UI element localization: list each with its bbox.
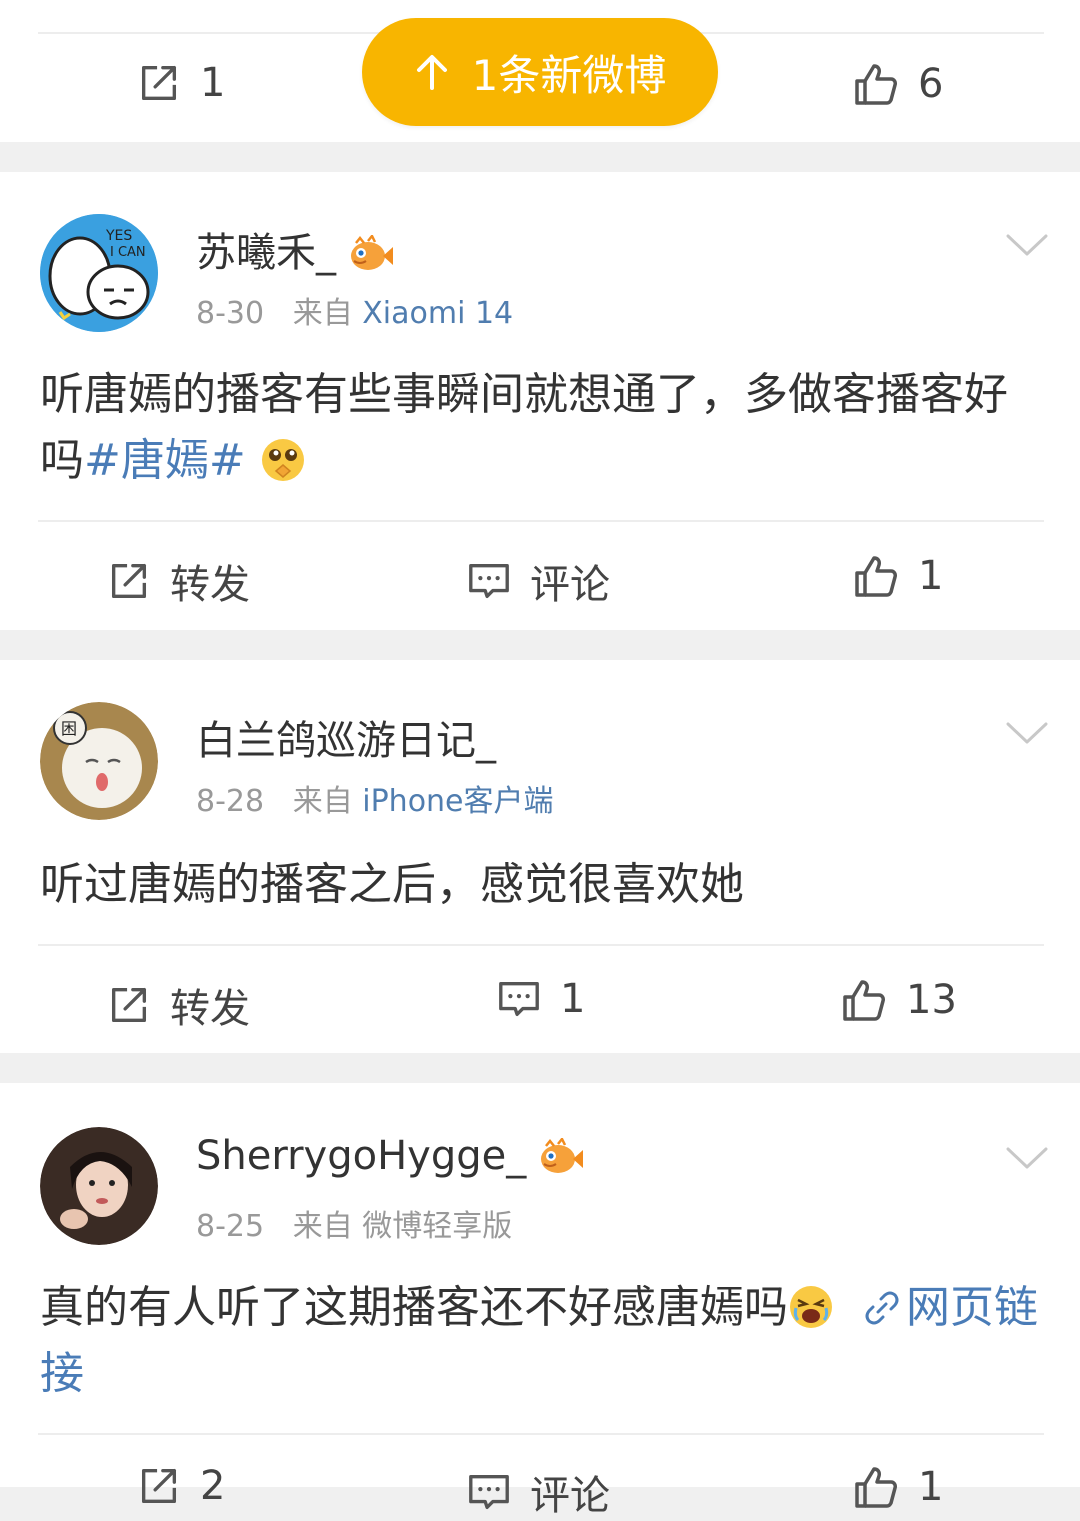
comment-count: 1 <box>560 976 586 1022</box>
like-count: 6 <box>918 61 944 107</box>
chevron-down-icon[interactable] <box>1004 222 1050 268</box>
comment-label: 评论 <box>530 1473 610 1519</box>
new-posts-label: 1条新微博 <box>471 50 667 100</box>
from-label: 来自 <box>292 296 353 331</box>
username-text: 苏曦禾_ <box>196 230 336 276</box>
post-text: 听过唐嫣的播客之后，感觉很喜欢她 <box>40 852 1040 918</box>
topic-link[interactable]: #唐嫣# <box>84 435 246 486</box>
post-card: YES I CAN 苏曦禾_ 8-30 来自 Xiaomi 14 听唐嫣的播客有… <box>0 172 1080 630</box>
like-button[interactable]: 1 <box>852 552 943 600</box>
post-source[interactable]: iPhone客户端 <box>362 784 553 819</box>
post-date: 8-30 <box>196 296 265 331</box>
like-count: 13 <box>906 977 957 1023</box>
post-text-content: 真的有人听了这期播客还不好感唐嫣吗 <box>40 1282 788 1333</box>
repost-button[interactable]: 转发 <box>106 552 250 610</box>
avatar[interactable]: YES I CAN <box>40 214 158 332</box>
repost-button[interactable]: 转发 <box>106 976 250 1034</box>
comment-icon <box>466 1469 512 1515</box>
new-posts-button[interactable]: 1条新微博 <box>362 18 718 126</box>
repost-icon <box>106 982 152 1028</box>
avatar[interactable] <box>40 1127 158 1245</box>
comment-icon <box>496 976 542 1022</box>
comment-label: 评论 <box>530 562 610 608</box>
like-count: 1 <box>918 1464 944 1510</box>
crying-emoji-icon <box>790 1286 832 1328</box>
repost-icon <box>106 558 152 604</box>
pleading-emoji-icon <box>261 439 304 481</box>
post-text: 真的有人听了这期播客还不好感唐嫣吗 网页链接 <box>40 1275 1040 1407</box>
from-label: 来自 <box>292 1209 353 1244</box>
divider <box>38 944 1044 946</box>
comment-icon <box>466 558 512 604</box>
repost-button[interactable]: 1 <box>136 60 225 106</box>
repost-count: 1 <box>200 60 226 106</box>
like-button[interactable]: 6 <box>852 60 943 108</box>
like-icon <box>852 552 900 600</box>
svg-text:I CAN: I CAN <box>110 245 146 260</box>
pufferfish-badge-icon <box>536 1138 584 1178</box>
from-label: 来自 <box>292 784 353 819</box>
like-icon <box>852 1463 900 1511</box>
up-arrow-icon <box>416 55 447 90</box>
like-icon <box>840 976 888 1024</box>
repost-button[interactable]: 2 <box>136 1463 225 1509</box>
username[interactable]: 苏曦禾_ <box>196 220 394 278</box>
username-text: 白兰鸽巡游日记_ <box>196 718 496 764</box>
username[interactable]: SherrygoHygge_ <box>196 1133 584 1179</box>
username[interactable]: 白兰鸽巡游日记_ <box>196 708 496 766</box>
post-date: 8-25 <box>196 1209 265 1244</box>
chevron-down-icon[interactable] <box>1004 1135 1050 1181</box>
divider <box>38 520 1044 522</box>
repost-icon <box>136 1463 182 1509</box>
post-text: 听唐嫣的播客有些事瞬间就想通了，多做客播客好吗#唐嫣# <box>40 362 1040 494</box>
like-count: 1 <box>918 553 944 599</box>
svg-text:YES: YES <box>105 228 132 244</box>
post-card: 困 白兰鸽巡游日记_ 8-28 来自 iPhone客户端 听过唐嫣的播客之后，感… <box>0 660 1080 1053</box>
link-icon <box>865 1291 899 1325</box>
post-source[interactable]: Xiaomi 14 <box>362 296 513 331</box>
comment-button[interactable]: 1 <box>496 976 585 1022</box>
comment-button[interactable]: 评论 <box>466 1463 610 1521</box>
avatar[interactable]: 困 <box>40 702 158 820</box>
username-text: SherrygoHygge_ <box>196 1133 527 1179</box>
post-text-content: 听过唐嫣的播客之后，感觉很喜欢她 <box>40 859 744 910</box>
pufferfish-badge-icon <box>346 235 394 275</box>
divider <box>38 1433 1044 1435</box>
post-meta: 8-28 来自 iPhone客户端 <box>196 776 554 820</box>
like-button[interactable]: 1 <box>852 1463 943 1511</box>
like-icon <box>852 60 900 108</box>
like-button[interactable]: 13 <box>840 976 957 1024</box>
comment-button[interactable]: 评论 <box>466 552 610 610</box>
post-meta: 8-30 来自 Xiaomi 14 <box>196 288 513 332</box>
post-card: SherrygoHygge_ 8-25 来自 微博轻享版 真的有人听了这期播客还… <box>0 1083 1080 1519</box>
svg-text:困: 困 <box>61 719 77 738</box>
repost-icon <box>136 60 182 106</box>
repost-count: 2 <box>200 1463 226 1509</box>
post-meta: 8-25 来自 微博轻享版 <box>196 1201 512 1245</box>
repost-label: 转发 <box>170 986 250 1032</box>
post-source[interactable]: 微博轻享版 <box>362 1209 512 1244</box>
chevron-down-icon[interactable] <box>1004 710 1050 756</box>
repost-label: 转发 <box>170 562 250 608</box>
post-date: 8-28 <box>196 784 265 819</box>
